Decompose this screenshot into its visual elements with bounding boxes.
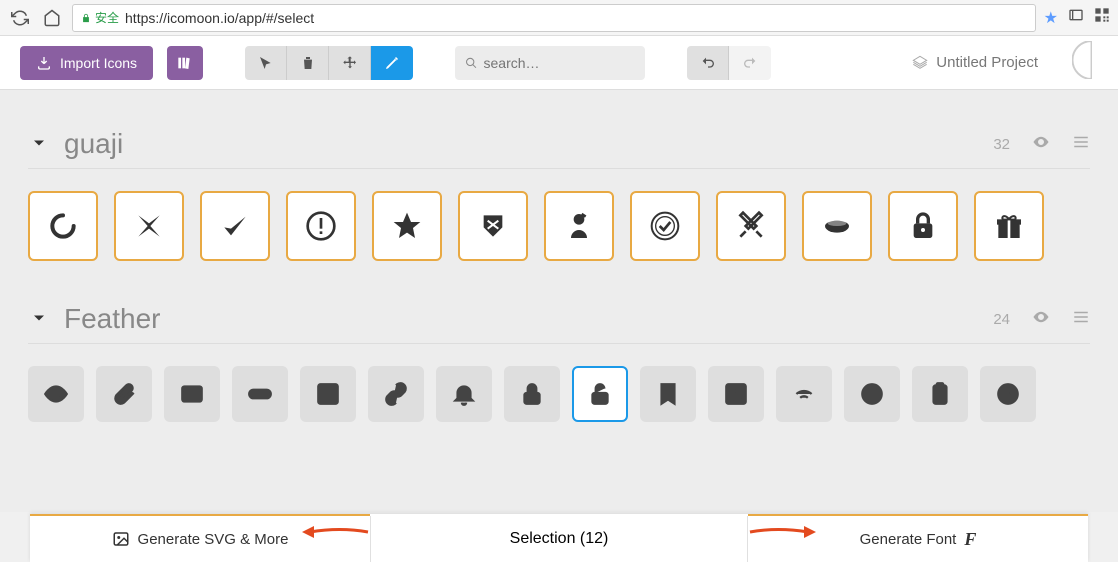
sidebar-toggle[interactable] [1072, 41, 1098, 84]
search-input[interactable] [484, 55, 636, 71]
qr-icon[interactable] [1094, 7, 1110, 28]
set-menu-icon[interactable] [1072, 308, 1090, 330]
undo-button[interactable] [687, 46, 729, 80]
image-icon[interactable] [708, 366, 764, 422]
user-icon[interactable] [544, 191, 614, 261]
bookmark-star-icon[interactable]: ★ [1044, 8, 1058, 28]
url-bar[interactable]: 安全 https://icomoon.io/app/#/select [72, 4, 1036, 32]
delete-tool[interactable] [287, 46, 329, 80]
visibility-icon[interactable] [1032, 308, 1050, 330]
toggle-icon[interactable] [232, 366, 288, 422]
selection-button[interactable]: Selection (12) [370, 516, 748, 562]
library-button[interactable] [167, 46, 203, 80]
bowl-icon[interactable] [802, 191, 872, 261]
alert-circle-icon[interactable] [286, 191, 356, 261]
generate-svg-label: Generate SVG & More [138, 531, 289, 548]
move-tool[interactable] [329, 46, 371, 80]
set-title: Feather [64, 303, 161, 335]
url-text: https://icomoon.io/app/#/select [125, 10, 314, 26]
bookmark-icon[interactable] [640, 366, 696, 422]
undo-redo-group [687, 46, 771, 80]
project-name-label: Untitled Project [936, 54, 1038, 71]
secure-label: 安全 [95, 9, 119, 26]
star-icon[interactable] [372, 191, 442, 261]
paperclip-icon[interactable] [96, 366, 152, 422]
project-menu[interactable]: Untitled Project [912, 54, 1038, 71]
import-icons-label: Import Icons [60, 55, 137, 71]
set-menu-icon[interactable] [1072, 133, 1090, 155]
checkmark-ring-icon[interactable] [630, 191, 700, 261]
collapse-toggle[interactable] [28, 132, 50, 154]
cross-icon[interactable] [114, 191, 184, 261]
collapse-toggle[interactable] [28, 307, 50, 329]
import-icons-button[interactable]: Import Icons [20, 46, 153, 80]
set-header-guaji: guaji 32 [28, 110, 1090, 169]
bottom-bar: Generate SVG & More Selection (12) Gener… [30, 514, 1088, 562]
app-toolbar: Import Icons Untitled Project [0, 36, 1118, 90]
set-title: guaji [64, 128, 123, 160]
secure-badge: 安全 [81, 9, 119, 26]
layout-icon[interactable] [300, 366, 356, 422]
lock-icon[interactable] [888, 191, 958, 261]
set-count: 32 [993, 136, 1010, 153]
content-area: guaji 32 Feather [0, 90, 1118, 512]
set-header-feather: Feather 24 [28, 285, 1090, 344]
clipboard-icon[interactable] [912, 366, 968, 422]
annotation-arrow-right [748, 521, 818, 548]
edit-tool[interactable] [371, 46, 413, 80]
clock-icon[interactable] [980, 366, 1036, 422]
tab-overview-icon[interactable] [1068, 7, 1084, 28]
search-icon [465, 56, 477, 70]
select-tool[interactable] [245, 46, 287, 80]
link-icon[interactable] [368, 366, 424, 422]
generate-font-label: Generate Font [860, 531, 957, 548]
home-button[interactable] [40, 6, 64, 30]
icon-grid-feather [28, 344, 1090, 446]
bell-icon[interactable] [436, 366, 492, 422]
icon-grid-guaji [28, 169, 1090, 285]
app-body: Import Icons Untitled Project [0, 36, 1118, 512]
annotation-arrow-left [300, 521, 370, 548]
font-f-icon: F [964, 529, 976, 550]
lock-open-icon[interactable] [572, 366, 628, 422]
swords-icon[interactable] [716, 191, 786, 261]
mode-tool-group [245, 46, 413, 80]
shield-crossed-icon[interactable] [458, 191, 528, 261]
gift-icon[interactable] [974, 191, 1044, 261]
mail-icon[interactable] [164, 366, 220, 422]
wifi-icon[interactable] [776, 366, 832, 422]
refresh-button[interactable] [8, 6, 32, 30]
selection-label: Selection (12) [510, 530, 609, 548]
browser-chrome: 安全 https://icomoon.io/app/#/select ★ [0, 0, 1118, 36]
set-count: 24 [993, 311, 1010, 328]
redo-button[interactable] [729, 46, 771, 80]
target-icon[interactable] [844, 366, 900, 422]
lock-closed-icon[interactable] [504, 366, 560, 422]
search-box[interactable] [455, 46, 645, 80]
check-icon[interactable] [200, 191, 270, 261]
spinner-icon[interactable] [28, 191, 98, 261]
visibility-icon[interactable] [1032, 133, 1050, 155]
eye-icon[interactable] [28, 366, 84, 422]
image-icon [112, 530, 130, 548]
layers-icon [912, 55, 928, 71]
